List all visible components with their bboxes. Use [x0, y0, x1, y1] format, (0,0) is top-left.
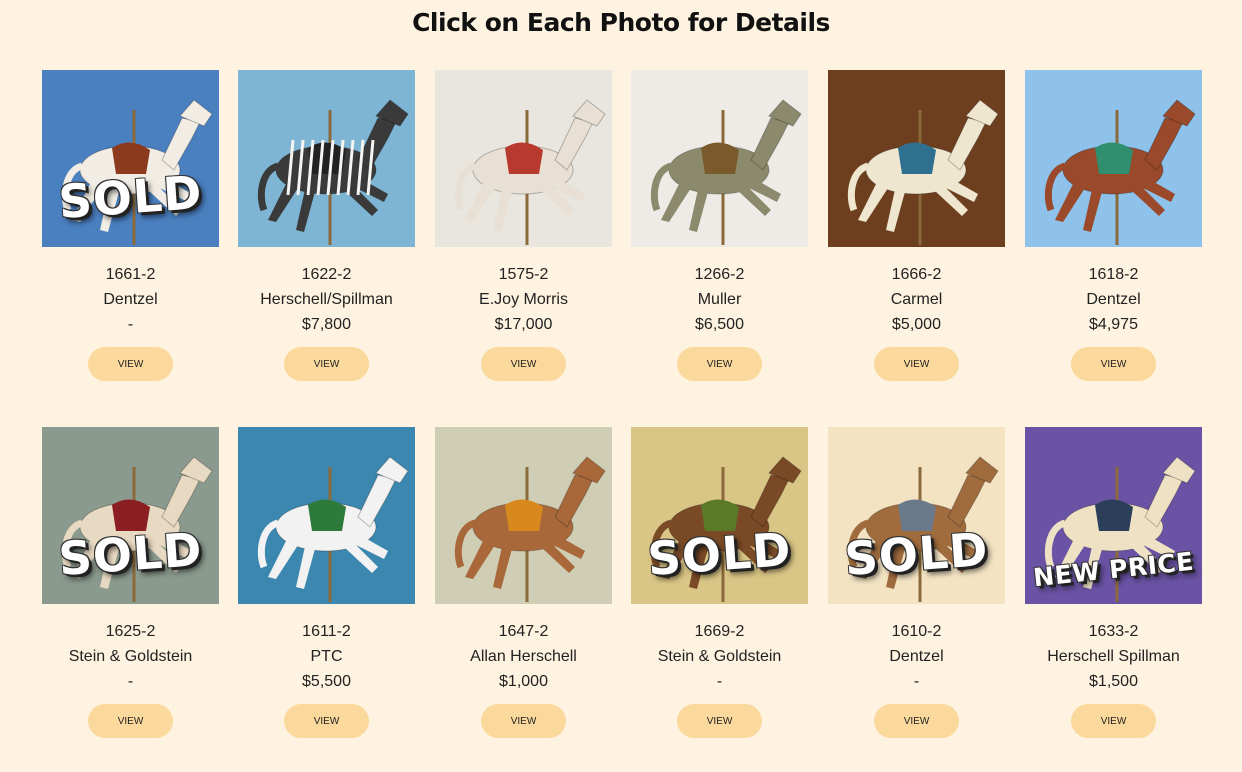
- product-meta: 1575-2 E.Joy Morris $17,000: [435, 262, 612, 337]
- view-button[interactable]: VIEW: [1071, 347, 1156, 381]
- product-meta: 1266-2 Muller $6,500: [631, 262, 808, 337]
- item-number: 1618-2: [1088, 266, 1139, 283]
- maker-name: Stein & Goldstein: [657, 648, 782, 665]
- carousel-horse-photo[interactable]: SOLD: [828, 427, 1005, 604]
- product-card: SOLD 1661-2 Dentzel - VIEW: [42, 70, 219, 381]
- view-button[interactable]: VIEW: [88, 347, 173, 381]
- item-number: 1266-2: [694, 266, 745, 283]
- maker-name: Herschell Spillman: [1047, 648, 1180, 665]
- product-meta: 1661-2 Dentzel -: [42, 262, 219, 337]
- item-number: 1610-2: [891, 623, 942, 640]
- carousel-horse-photo[interactable]: [631, 70, 808, 247]
- view-button[interactable]: VIEW: [481, 347, 566, 381]
- maker-name: E.Joy Morris: [479, 291, 568, 308]
- view-button[interactable]: VIEW: [1071, 704, 1156, 738]
- carousel-horse-photo[interactable]: [435, 70, 612, 247]
- maker-name: Dentzel: [889, 648, 944, 665]
- item-number: 1633-2: [1088, 623, 1139, 640]
- carousel-horse-photo[interactable]: SOLD: [42, 70, 219, 247]
- view-button[interactable]: VIEW: [88, 704, 173, 738]
- product-meta: 1610-2 Dentzel -: [828, 619, 1005, 694]
- price: $5,000: [892, 316, 941, 333]
- price: -: [716, 673, 723, 690]
- product-meta: 1633-2 Herschell Spillman $1,500: [1025, 619, 1202, 694]
- view-button[interactable]: VIEW: [284, 704, 369, 738]
- maker-name: Herschell/Spillman: [260, 291, 393, 308]
- product-meta: 1618-2 Dentzel $4,975: [1025, 262, 1202, 337]
- product-card: 1618-2 Dentzel $4,975 VIEW: [1025, 70, 1202, 381]
- carousel-horse-photo[interactable]: [435, 427, 612, 604]
- price: -: [913, 673, 920, 690]
- view-button[interactable]: VIEW: [874, 704, 959, 738]
- view-button[interactable]: VIEW: [677, 347, 762, 381]
- product-card: 1647-2 Allan Herschell $1,000 VIEW: [435, 427, 612, 738]
- carousel-horse-photo[interactable]: [238, 427, 415, 604]
- price: -: [127, 673, 134, 690]
- view-button[interactable]: VIEW: [874, 347, 959, 381]
- product-meta: 1669-2 Stein & Goldstein -: [631, 619, 808, 694]
- maker-name: Stein & Goldstein: [68, 648, 193, 665]
- maker-name: Dentzel: [103, 291, 158, 308]
- price: $6,500: [695, 316, 744, 333]
- horse-illustration: [1044, 99, 1196, 245]
- horse-illustration: [454, 456, 606, 602]
- horse-illustration: [650, 99, 802, 245]
- item-number: 1625-2: [105, 623, 156, 640]
- page-title: Click on Each Photo for Details: [412, 8, 830, 37]
- horse-illustration: [257, 99, 409, 245]
- product-card: NEW PRICE 1633-2 Herschell Spillman $1,50…: [1025, 427, 1202, 738]
- price: $1,000: [499, 673, 548, 690]
- maker-name: Allan Herschell: [470, 648, 577, 665]
- product-meta: 1666-2 Carmel $5,000: [828, 262, 1005, 337]
- view-button[interactable]: VIEW: [284, 347, 369, 381]
- carousel-horse-photo[interactable]: [1025, 70, 1202, 247]
- carousel-horse-photo[interactable]: [828, 70, 1005, 247]
- carousel-horse-photo[interactable]: SOLD: [631, 427, 808, 604]
- product-card: 1575-2 E.Joy Morris $17,000 VIEW: [435, 70, 612, 381]
- product-card: SOLD 1625-2 Stein & Goldstein - VIEW: [42, 427, 219, 738]
- price: $17,000: [494, 316, 553, 333]
- item-number: 1611-2: [302, 623, 351, 640]
- price: $1,500: [1089, 673, 1138, 690]
- item-number: 1575-2: [498, 266, 549, 283]
- carousel-horse-photo[interactable]: [238, 70, 415, 247]
- horse-illustration: [454, 99, 606, 245]
- product-card: 1266-2 Muller $6,500 VIEW: [631, 70, 808, 381]
- view-button[interactable]: VIEW: [677, 704, 762, 738]
- product-card: 1611-2 PTC $5,500 VIEW: [238, 427, 415, 738]
- maker-name: PTC: [310, 648, 343, 665]
- product-meta: 1625-2 Stein & Goldstein -: [42, 619, 219, 694]
- carousel-horse-photo[interactable]: NEW PRICE: [1025, 427, 1202, 604]
- product-card: SOLD 1610-2 Dentzel - VIEW: [828, 427, 1005, 738]
- view-button[interactable]: VIEW: [481, 704, 566, 738]
- item-number: 1622-2: [301, 266, 352, 283]
- price: $5,500: [302, 673, 351, 690]
- item-number: 1661-2: [105, 266, 156, 283]
- product-card: 1622-2 Herschell/Spillman $7,800 VIEW: [238, 70, 415, 381]
- item-number: 1666-2: [891, 266, 942, 283]
- item-number: 1647-2: [498, 623, 549, 640]
- product-meta: 1622-2 Herschell/Spillman $7,800: [238, 262, 415, 337]
- product-card: 1666-2 Carmel $5,000 VIEW: [828, 70, 1005, 381]
- horse-illustration: [847, 99, 999, 245]
- carousel-horse-photo[interactable]: SOLD: [42, 427, 219, 604]
- maker-name: Dentzel: [1086, 291, 1141, 308]
- product-card: SOLD 1669-2 Stein & Goldstein - VIEW: [631, 427, 808, 738]
- price: -: [127, 316, 134, 333]
- price: $7,800: [302, 316, 351, 333]
- maker-name: Muller: [697, 291, 742, 308]
- item-number: 1669-2: [694, 623, 745, 640]
- product-meta: 1647-2 Allan Herschell $1,000: [435, 619, 612, 694]
- product-meta: 1611-2 PTC $5,500: [238, 619, 415, 694]
- horse-illustration: [257, 456, 409, 602]
- maker-name: Carmel: [890, 291, 943, 308]
- price: $4,975: [1089, 316, 1138, 333]
